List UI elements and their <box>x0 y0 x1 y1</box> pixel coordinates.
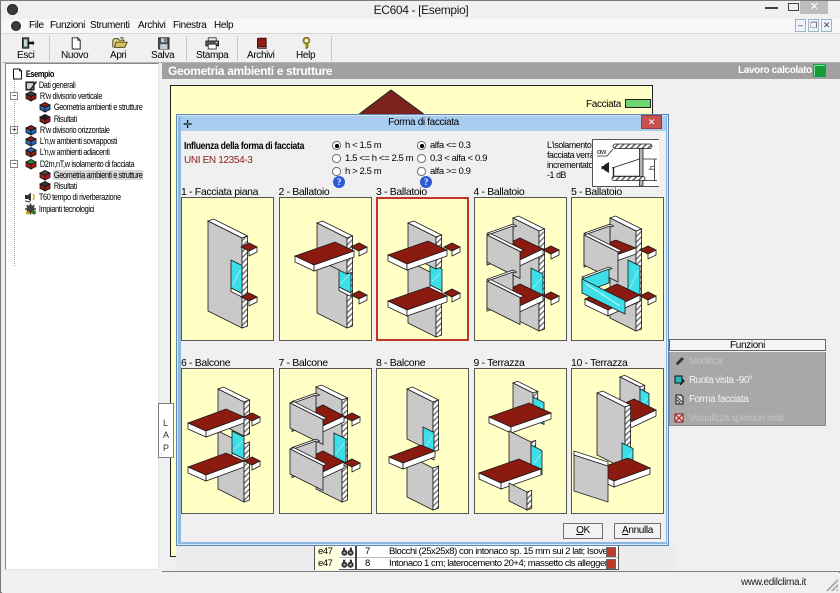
svg-text:h: h <box>647 166 656 170</box>
svg-text:αw: αw <box>597 147 607 156</box>
